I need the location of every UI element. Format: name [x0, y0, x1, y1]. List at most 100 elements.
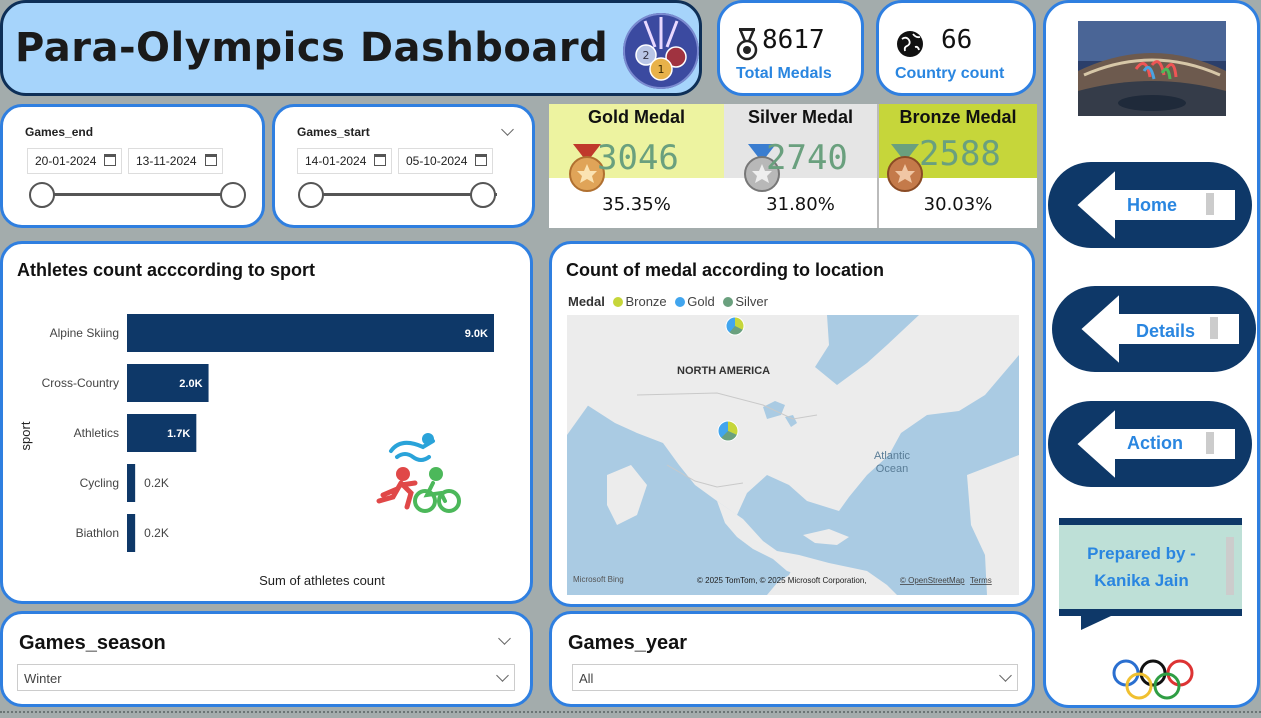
games-year-slicer: Games_year All: [549, 611, 1035, 707]
total-medals-label: Total Medals: [736, 65, 832, 82]
home-nav-button[interactable]: Home: [1048, 162, 1252, 248]
games-start-from-input[interactable]: 14-01-2024: [297, 148, 392, 174]
total-medals-card: 8617 Total Medals: [717, 0, 864, 96]
bronze-medal-count: 2588: [919, 134, 1001, 174]
slider-end-handle[interactable]: [470, 182, 496, 208]
category-label: Cycling: [80, 476, 119, 490]
prepared-by-text: Prepared by - Kanika Jain: [1059, 540, 1224, 594]
silver-medal-percent: 31.80%: [766, 194, 835, 215]
prepared-by-line: Prepared by -: [1087, 544, 1196, 563]
bronze-medal-card: Bronze Medal 2588 30.03%: [877, 104, 1037, 228]
gold-medal-count: 3046: [597, 138, 679, 178]
data-label: 9.0K: [465, 328, 488, 340]
chevron-down-icon[interactable]: [501, 123, 514, 136]
athletes-bar-chart: Alpine Skiing 9.0K Cross-Country 2.0K Athlet…: [18, 314, 494, 588]
gold-medal-percent: 35.35%: [602, 194, 671, 215]
data-label: 0.2K: [144, 476, 169, 490]
chevron-down-icon[interactable]: [496, 669, 509, 682]
y-axis-label: sport: [18, 421, 33, 450]
games-end-from-input[interactable]: 20-01-2024: [27, 148, 122, 174]
year-dropdown[interactable]: All: [572, 664, 1018, 691]
medals-logo-icon: 2 1: [623, 13, 699, 89]
total-medals-value: 8617: [762, 25, 825, 55]
dashboard-title-card: Para-Olympics Dashboard 2 1: [0, 0, 702, 96]
scroll-indicator: [1226, 537, 1234, 595]
navigation-panel: Home Details Action Prepared by - Kanika…: [1043, 0, 1260, 708]
country-count-label: Country count: [895, 65, 1005, 82]
chevron-down-icon[interactable]: [498, 632, 511, 645]
slider-track[interactable]: [41, 193, 233, 196]
medal-location-card: Count of medal according to location Med…: [549, 241, 1035, 607]
osm-link[interactable]: © OpenStreetMap: [900, 576, 965, 585]
slider-end-handle[interactable]: [220, 182, 246, 208]
calendar-icon[interactable]: [475, 154, 487, 166]
olympic-rings-icon: [1112, 659, 1194, 700]
ocean-label-line2: Ocean: [876, 463, 908, 475]
map-legend: Medal Bronze Gold Silver: [568, 294, 768, 309]
category-label: Athletics: [74, 426, 119, 440]
games-end-slicer: Games_end 20-01-2024 13-11-2024: [0, 104, 265, 228]
details-nav-button[interactable]: Details: [1052, 286, 1256, 372]
bar-cycling[interactable]: [127, 464, 136, 502]
games-season-slicer: Games_season Winter: [0, 611, 533, 707]
games-end-to-input[interactable]: 13-11-2024: [128, 148, 223, 174]
date-value: 20-01-2024: [35, 154, 97, 168]
globe-icon: [897, 31, 923, 57]
data-label: 0.2K: [144, 526, 169, 540]
prepared-by-box: Prepared by - Kanika Jain: [1059, 518, 1242, 630]
calendar-icon[interactable]: [205, 154, 217, 166]
bar-alpine-skiing[interactable]: [127, 314, 494, 352]
chevron-down-icon[interactable]: [999, 669, 1012, 682]
slider-start-handle[interactable]: [29, 182, 55, 208]
map-title: Count of medal according to location: [566, 260, 885, 280]
athletes-illustration-icon: [376, 433, 461, 513]
legend-silver-dot: [723, 297, 734, 307]
action-nav-button[interactable]: Action: [1048, 401, 1252, 487]
silver-medal-title: Silver Medal: [747, 107, 854, 127]
season-title: Games_season: [19, 632, 166, 654]
slicer-title: Games_start: [297, 125, 370, 139]
country-count-value: 66: [941, 25, 973, 55]
category-label: Biathlon: [76, 526, 119, 540]
country-count-card: 66 Country count: [876, 0, 1036, 96]
region-label: NORTH AMERICA: [677, 365, 770, 377]
map-canvas[interactable]: NORTH AMERICA Atlantic Ocean Microsoft B…: [567, 315, 1019, 595]
pie-marker-usa[interactable]: [717, 420, 739, 442]
year-value: All: [579, 671, 594, 686]
map-svg[interactable]: NORTH AMERICA Atlantic Ocean Microsoft B…: [567, 315, 1019, 595]
home-label: Home: [1127, 195, 1178, 215]
category-label: Alpine Skiing: [50, 326, 119, 340]
legend-title: Medal: [568, 294, 605, 309]
legend-silver[interactable]: Silver: [735, 294, 768, 309]
slicer-title: Games_end: [25, 125, 94, 139]
bing-logo: Microsoft Bing: [573, 575, 624, 584]
svg-text:1: 1: [658, 63, 665, 76]
bronze-medal-title: Bronze Medal: [899, 107, 1017, 127]
medal-icon: [736, 28, 758, 61]
legend-bronze[interactable]: Bronze: [625, 294, 666, 309]
legend-bronze-dot: [613, 297, 624, 307]
terms-link[interactable]: Terms: [970, 576, 992, 585]
silver-medal-count: 2740: [766, 138, 848, 178]
x-axis-label: Sum of athletes count: [259, 573, 385, 588]
games-start-slicer: Games_start 14-01-2024 05-10-2024: [272, 104, 535, 228]
games-start-to-input[interactable]: 05-10-2024: [398, 148, 493, 174]
bar-biathlon[interactable]: [127, 514, 136, 552]
author-name: Kanika Jain: [1094, 571, 1189, 590]
calendar-icon[interactable]: [374, 154, 386, 166]
data-label: 1.7K: [167, 428, 190, 440]
pie-marker-north[interactable]: [725, 316, 745, 336]
data-label: 2.0K: [179, 378, 202, 390]
details-label: Details: [1136, 321, 1196, 341]
slider-start-handle[interactable]: [298, 182, 324, 208]
callout-tail: [1081, 616, 1111, 630]
athletes-by-sport-card: Athletes count acccording to sport Alpin…: [0, 241, 533, 604]
legend-gold[interactable]: Gold: [687, 294, 714, 309]
season-dropdown[interactable]: Winter: [17, 664, 515, 691]
silver-medal-card: Silver Medal 2740 31.80%: [724, 104, 877, 228]
page-bottom-border: [0, 711, 1261, 715]
gold-medal-card: Gold Medal 3046 35.35%: [549, 104, 724, 228]
year-title: Games_year: [568, 632, 687, 654]
calendar-icon[interactable]: [104, 154, 116, 166]
stadium-image: [1078, 21, 1226, 116]
